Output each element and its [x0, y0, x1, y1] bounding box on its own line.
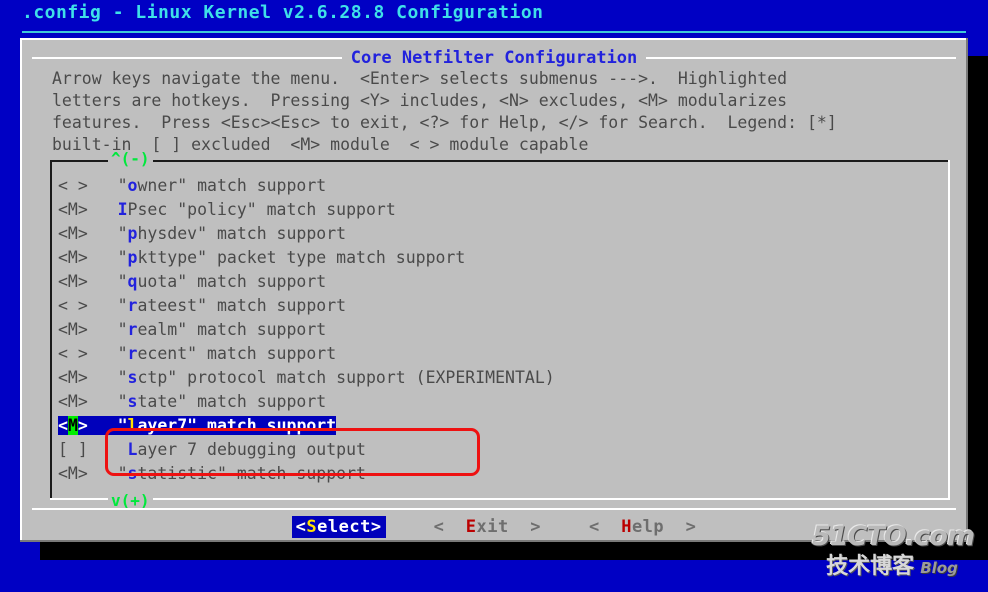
button-bar-divider	[32, 508, 956, 510]
menu-row[interactable]: <M> "statistic" match support	[58, 462, 942, 486]
menu-row-label: "rateest" match support	[117, 296, 347, 315]
menu-row-label: "pkttype" packet type match support	[117, 248, 466, 267]
help-text: Arrow keys navigate the menu. <Enter> se…	[52, 68, 942, 156]
button-right-bracket: >	[508, 517, 541, 537]
menu-row-indent	[87, 416, 118, 435]
select-button[interactable]: <Select>	[291, 516, 386, 538]
menu-row-state-tag[interactable]: <M>	[58, 224, 118, 243]
dialog-title-text: Core Netfilter Configuration	[341, 48, 647, 68]
menu-row-state-tag[interactable]: <M>	[58, 320, 118, 339]
button-hotkey: H	[621, 517, 632, 537]
menu-row[interactable]: <M> "realm" match support	[58, 318, 942, 342]
menu-row-hotkey: r	[127, 344, 138, 363]
button-label: elp	[631, 517, 665, 537]
menu-row-hotkey: p	[127, 248, 138, 267]
menu-row-label: Layer 7 debugging output	[127, 440, 366, 459]
menu-row-state-tag[interactable]: < >	[58, 344, 118, 363]
menu-row-hotkey: I	[117, 200, 128, 219]
listbox-bevel-right	[948, 160, 950, 500]
exit-button[interactable]: < Exit >	[434, 517, 541, 537]
menu-row-label: "quota" match support	[117, 272, 327, 291]
menu-row-hotkey: l	[127, 416, 138, 435]
help-text-line: built-in [ ] excluded <M> module < > mod…	[52, 135, 589, 154]
button-left-bracket: <	[295, 517, 307, 537]
listbox-bevel-top	[50, 160, 950, 162]
menu-row-hotkey: s	[127, 464, 138, 483]
menu-row-hotkey: r	[127, 320, 138, 339]
menu-row-label: "realm" match support	[117, 320, 327, 339]
dialog-bevel-right	[966, 38, 968, 542]
listbox-bevel-bottom	[50, 498, 950, 500]
menu-row[interactable]: <M> "quota" match support	[58, 270, 942, 294]
menu-row-state-tag[interactable]: <M>	[58, 368, 118, 387]
dialog-bevel-bottom	[20, 540, 968, 542]
menu-row-hotkey: L	[127, 440, 138, 459]
help-text-line: letters are hotkeys. Pressing <Y> includ…	[52, 91, 788, 110]
tag-right-bracket: >	[77, 416, 88, 435]
dialog-title: Core Netfilter Configuration	[20, 48, 968, 68]
menu-row-hotkey: r	[127, 296, 138, 315]
help-text-line: Arrow keys navigate the menu. <Enter> se…	[52, 69, 788, 88]
menu-row-label: IPsec "policy" match support	[117, 200, 396, 219]
menu-row-hotkey: s	[127, 392, 138, 411]
menu-row-state-tag[interactable]: <M>	[58, 248, 118, 267]
menu-row-state-tag[interactable]: <M>	[58, 272, 118, 291]
window-title: .config - Linux Kernel v2.6.28.8 Configu…	[22, 2, 544, 23]
menu-row-label: "owner" match support	[117, 176, 327, 195]
titlebar-divider	[22, 31, 966, 33]
menu-row-state-tag[interactable]: <M>	[58, 392, 118, 411]
listbox-bevel-left	[50, 160, 52, 500]
tag-left-bracket: <	[58, 416, 68, 435]
button-right-bracket: >	[370, 517, 382, 537]
menu-rows: < > "owner" match support <M> IPsec "poli…	[58, 174, 942, 486]
scroll-down-indicator[interactable]: v(+)	[108, 493, 153, 509]
menu-row-hotkey: p	[127, 224, 138, 243]
dialog-bevel-top	[20, 38, 968, 40]
menu-row[interactable]: [ ] Layer 7 debugging output	[58, 438, 942, 462]
window-titlebar: .config - Linux Kernel v2.6.28.8 Configu…	[0, 0, 988, 33]
menu-row-state-tag[interactable]: < >	[58, 176, 118, 195]
menu-row[interactable]: < > "recent" match support	[58, 342, 942, 366]
menu-row-state-tag[interactable]: <M>	[58, 464, 118, 483]
cursor-marker: M	[67, 416, 78, 435]
menu-row-hotkey: s	[127, 368, 138, 387]
button-label: elect	[317, 517, 371, 537]
menu-row[interactable]: <M> "physdev" match support	[58, 222, 942, 246]
dialog-bevel-left	[20, 38, 22, 542]
menu-row[interactable]: <M> "pkttype" packet type match support	[58, 246, 942, 270]
menu-row-label: "layer7" match support	[117, 416, 337, 435]
menu-row-state-tag[interactable]: <M>	[58, 200, 118, 219]
menu-row[interactable]: <M> "sctp" protocol match support (EXPER…	[58, 366, 942, 390]
button-hotkey: S	[306, 517, 318, 537]
menu-row-state-tag[interactable]: [ ]	[58, 440, 128, 459]
menu-row-label: "sctp" protocol match support (EXPERIMEN…	[117, 368, 555, 387]
menu-row-label: "state" match support	[117, 392, 327, 411]
button-right-bracket: >	[664, 517, 697, 537]
menu-row-label: "statistic" match support	[117, 464, 366, 483]
menu-row[interactable]: < > "owner" match support	[58, 174, 942, 198]
scroll-up-indicator[interactable]: ^(-)	[108, 151, 153, 167]
help-text-line: features. Press <Esc><Esc> to exit, <?> …	[52, 113, 837, 132]
button-left-bracket: <	[433, 517, 466, 537]
menu-row-state-tag[interactable]: < >	[58, 296, 118, 315]
button-hotkey: E	[465, 517, 477, 537]
button-bar: <Select> < Exit > < Help >	[20, 516, 968, 538]
menu-row[interactable]: < > "rateest" match support	[58, 294, 942, 318]
terminal-screen: .config - Linux Kernel v2.6.28.8 Configu…	[0, 0, 988, 592]
menu-listbox[interactable]: ^(-) v(+) < > "owner" match support <M> I…	[50, 151, 950, 509]
menu-row-hotkey: q	[127, 272, 138, 291]
menu-row-label: "recent" match support	[117, 344, 337, 363]
button-label: xit	[476, 517, 509, 537]
menu-row[interactable]: <M> IPsec "policy" match support	[58, 198, 942, 222]
menu-row[interactable]: <M> "state" match support	[58, 390, 942, 414]
menu-row-selected[interactable]: <M> "layer7" match support	[58, 414, 942, 438]
menuconfig-dialog: Core Netfilter Configuration Arrow keys …	[20, 38, 968, 542]
menu-row-hotkey: o	[127, 176, 138, 195]
menu-row-state-tag[interactable]: <M>	[58, 416, 88, 435]
help-button[interactable]: < Help >	[589, 517, 696, 537]
menu-row-label: "physdev" match support	[117, 224, 347, 243]
button-left-bracket: <	[588, 517, 622, 537]
watermark-blog-label: Blog	[920, 559, 958, 577]
